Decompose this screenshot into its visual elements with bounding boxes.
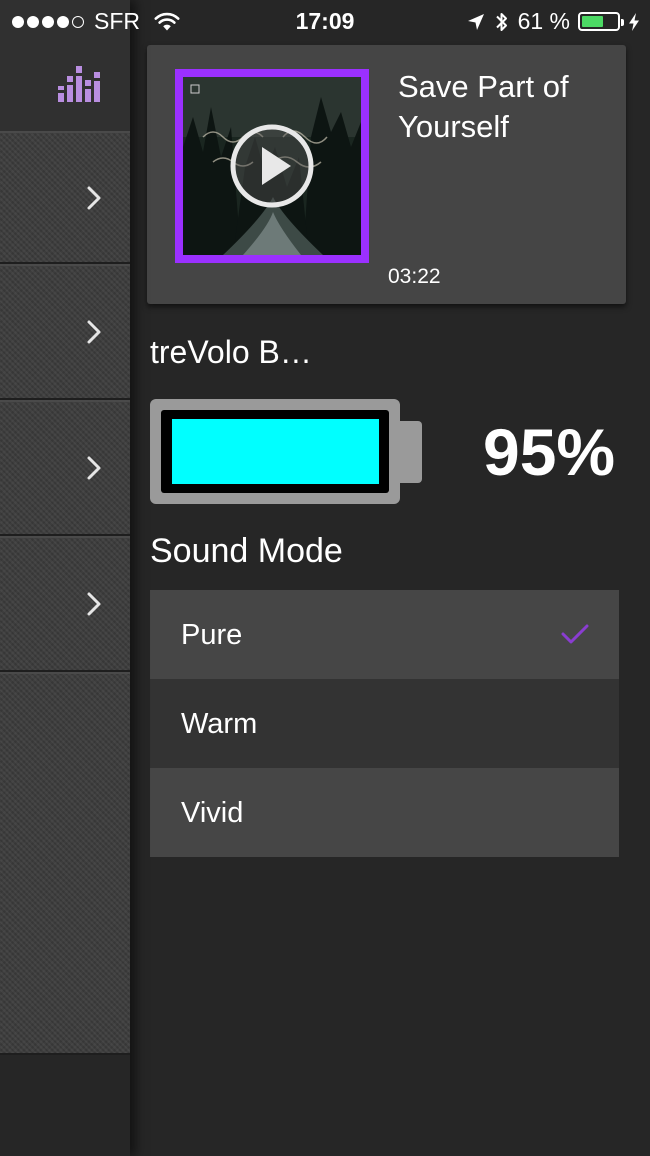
checkmark-icon bbox=[561, 624, 589, 644]
battery-level-fill bbox=[582, 16, 603, 27]
location-arrow-icon bbox=[467, 13, 484, 30]
device-battery-level-fill bbox=[172, 419, 379, 484]
battery-tip bbox=[621, 19, 624, 26]
side-menu bbox=[0, 0, 130, 1156]
chevron-right-icon bbox=[87, 186, 101, 209]
device-battery-percent: 95% bbox=[483, 415, 616, 489]
sound-mode-option-label: Vivid bbox=[181, 797, 244, 829]
side-menu-item[interactable] bbox=[0, 264, 130, 400]
chevron-right-icon bbox=[87, 320, 101, 344]
chevron-right-icon bbox=[87, 592, 101, 616]
equalizer-icon[interactable] bbox=[56, 64, 100, 102]
side-menu-empty-area bbox=[0, 672, 130, 1055]
sound-mode-option-label: Warm bbox=[181, 708, 258, 740]
side-menu-item[interactable] bbox=[0, 536, 130, 672]
track-title: Save Part of Yourself bbox=[398, 69, 569, 144]
device-battery-body bbox=[161, 410, 389, 493]
album-art[interactable] bbox=[175, 69, 369, 263]
side-menu-item[interactable] bbox=[0, 400, 130, 536]
play-icon[interactable] bbox=[229, 123, 315, 209]
sound-mode-option-pure[interactable]: Pure bbox=[150, 590, 619, 679]
app-screen: SFR 17:09 61 % Save Part of Yourself 03:… bbox=[0, 0, 650, 1156]
sound-mode-title: Sound Mode bbox=[150, 532, 343, 570]
side-menu-item[interactable] bbox=[0, 131, 130, 264]
sound-mode-option-warm[interactable]: Warm bbox=[150, 679, 619, 768]
status-right: 61 % bbox=[466, 8, 640, 35]
side-menu-footer bbox=[0, 1055, 130, 1156]
device-battery-tip bbox=[400, 421, 422, 483]
battery-icon bbox=[578, 12, 624, 31]
sound-mode-list: Pure Warm Vivid bbox=[150, 590, 619, 857]
now-playing-card[interactable]: Save Part of Yourself 03:22 bbox=[147, 45, 626, 304]
status-bar: SFR 17:09 61 % bbox=[0, 0, 650, 42]
battery-percent-text: 61 % bbox=[517, 8, 570, 34]
bluetooth-icon bbox=[495, 12, 507, 31]
device-battery-icon bbox=[150, 399, 400, 504]
chevron-right-icon bbox=[87, 456, 101, 480]
charging-bolt-icon bbox=[629, 12, 639, 31]
sound-mode-option-label: Pure bbox=[181, 619, 243, 651]
sound-mode-option-vivid[interactable]: Vivid bbox=[150, 768, 619, 857]
device-name: treVolo B… bbox=[150, 334, 312, 370]
track-time: 03:22 bbox=[388, 265, 441, 288]
